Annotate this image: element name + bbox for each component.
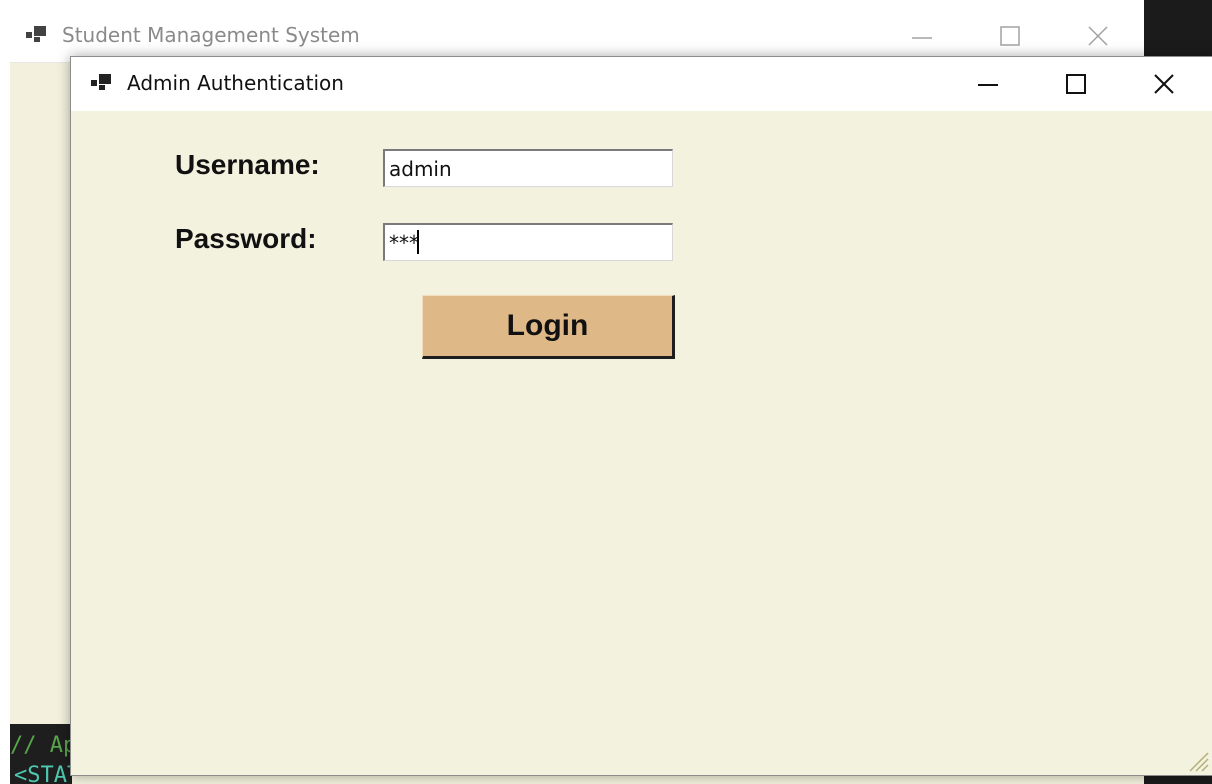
password-field <box>383 223 673 261</box>
app-icon <box>91 74 113 92</box>
minimize-icon <box>978 84 998 86</box>
dialog-close-button[interactable] <box>1120 57 1208 111</box>
close-icon <box>1154 74 1174 94</box>
code-attribute-line: <STAThread>] <box>14 763 72 784</box>
minimize-icon <box>912 37 932 39</box>
password-label: Password: <box>175 223 317 254</box>
close-icon <box>1088 26 1108 46</box>
admin-auth-dialog: Admin Authentication Username: Password:… <box>70 56 1212 776</box>
resize-grip-icon[interactable] <box>1186 749 1210 773</box>
dialog-maximize-button[interactable] <box>1032 57 1120 111</box>
app-icon <box>26 26 48 44</box>
login-button[interactable]: Login <box>422 295 675 359</box>
main-close-button[interactable] <box>1054 10 1142 62</box>
text-caret <box>417 230 419 254</box>
dialog-minimize-button[interactable] <box>944 57 1032 111</box>
maximize-icon <box>1000 26 1020 46</box>
username-label: Username: <box>175 149 320 180</box>
password-input[interactable] <box>383 223 673 261</box>
code-comment-line: // Ap <box>10 733 72 758</box>
username-input[interactable] <box>383 149 673 187</box>
code-editor-fragment: // Ap <STAThread>] <box>10 724 72 784</box>
main-minimize-button[interactable] <box>878 10 966 62</box>
dialog-title: Admin Authentication <box>127 71 344 95</box>
maximize-icon <box>1066 74 1086 94</box>
main-maximize-button[interactable] <box>966 10 1054 62</box>
main-window-title: Student Management System <box>62 23 360 47</box>
dialog-titlebar: Admin Authentication <box>71 57 1212 111</box>
